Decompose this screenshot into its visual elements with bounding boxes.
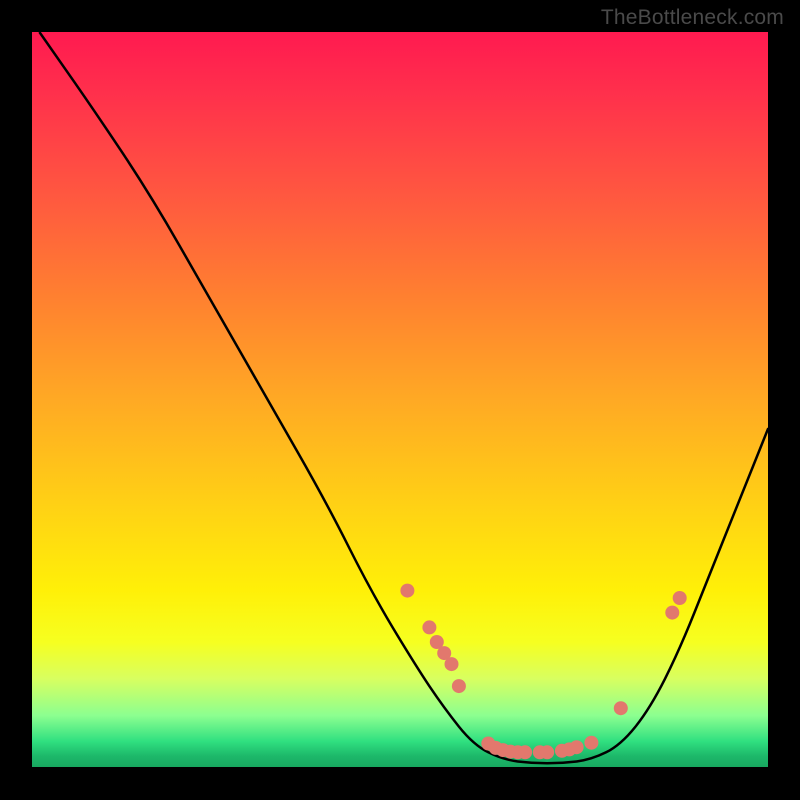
- data-marker: [570, 740, 584, 754]
- data-marker: [445, 657, 459, 671]
- data-marker: [673, 591, 687, 605]
- plot-area: [32, 32, 768, 767]
- data-marker: [518, 745, 532, 759]
- watermark-text: TheBottleneck.com: [601, 6, 784, 30]
- chart-frame: TheBottleneck.com: [0, 0, 800, 800]
- chart-svg: [32, 32, 768, 767]
- data-marker: [452, 679, 466, 693]
- data-markers: [400, 584, 686, 760]
- data-marker: [540, 745, 554, 759]
- data-marker: [584, 736, 598, 750]
- data-marker: [665, 606, 679, 620]
- data-marker: [400, 584, 414, 598]
- data-marker: [422, 620, 436, 634]
- data-marker: [614, 701, 628, 715]
- bottleneck-curve: [39, 32, 768, 763]
